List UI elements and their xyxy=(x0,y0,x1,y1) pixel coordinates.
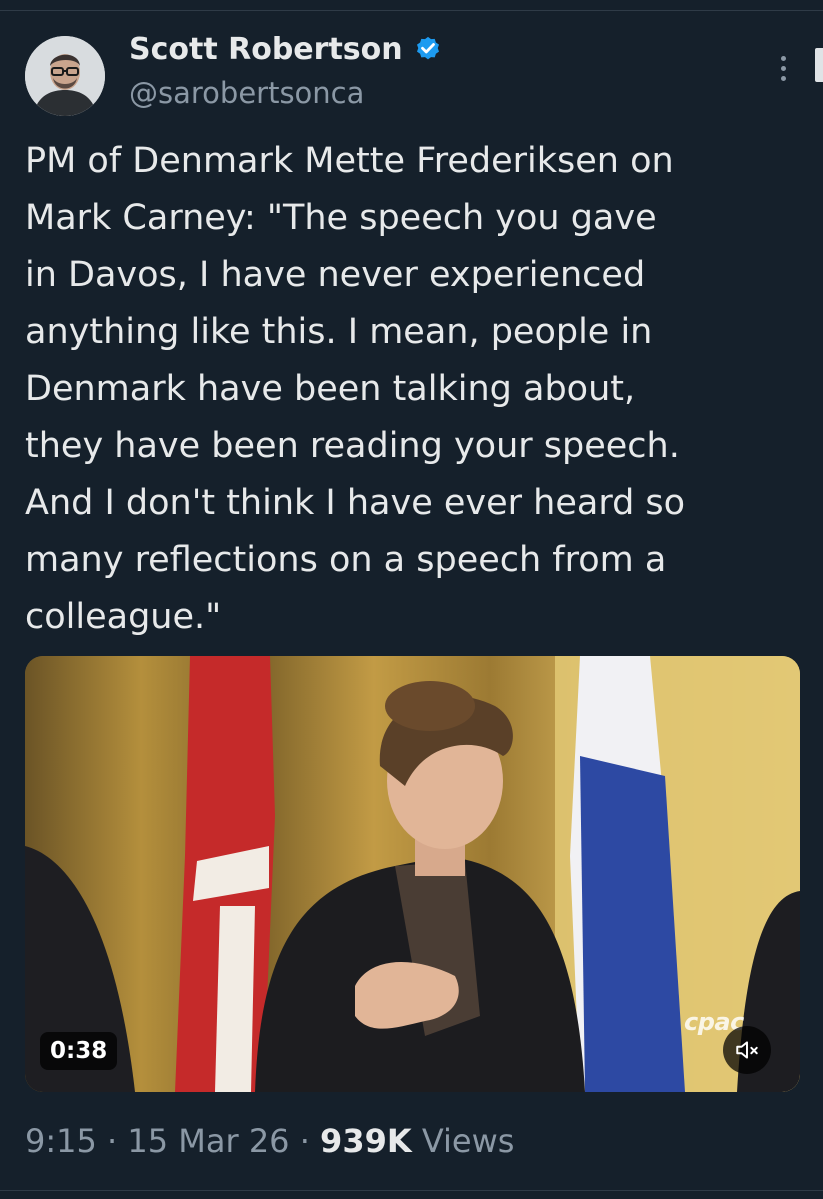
speaker-muted-icon xyxy=(736,1041,758,1059)
views-count[interactable]: 939K xyxy=(320,1122,412,1160)
meta-separator: · xyxy=(107,1122,118,1160)
verified-badge-icon xyxy=(413,35,443,65)
tweet-date[interactable]: 15 Mar 26 xyxy=(127,1122,289,1160)
bottom-divider xyxy=(0,1190,823,1191)
video-duration-badge: 0:38 xyxy=(40,1032,118,1070)
author-handle[interactable]: @sarobertsonca xyxy=(129,76,364,110)
avatar[interactable] xyxy=(25,36,105,116)
tweet-meta: 9:15 · 15 Mar 26 · 939K Views xyxy=(25,1122,514,1160)
more-vertical-icon xyxy=(780,55,786,61)
avatar-image xyxy=(25,36,105,116)
mute-toggle-button[interactable] xyxy=(723,1026,771,1074)
author-display-name[interactable]: Scott Robertson xyxy=(129,32,443,67)
more-options-button[interactable] xyxy=(770,50,796,86)
tweet-time[interactable]: 9:15 xyxy=(25,1122,97,1160)
top-divider xyxy=(0,10,823,11)
author-name-text: Scott Robertson xyxy=(129,32,403,67)
views-label: Views xyxy=(421,1122,515,1160)
meta-separator: · xyxy=(299,1122,310,1160)
scrollbar-handle[interactable] xyxy=(815,48,823,82)
tweet-text: PM of Denmark Mette Frederiksen on Mark … xyxy=(25,141,686,637)
